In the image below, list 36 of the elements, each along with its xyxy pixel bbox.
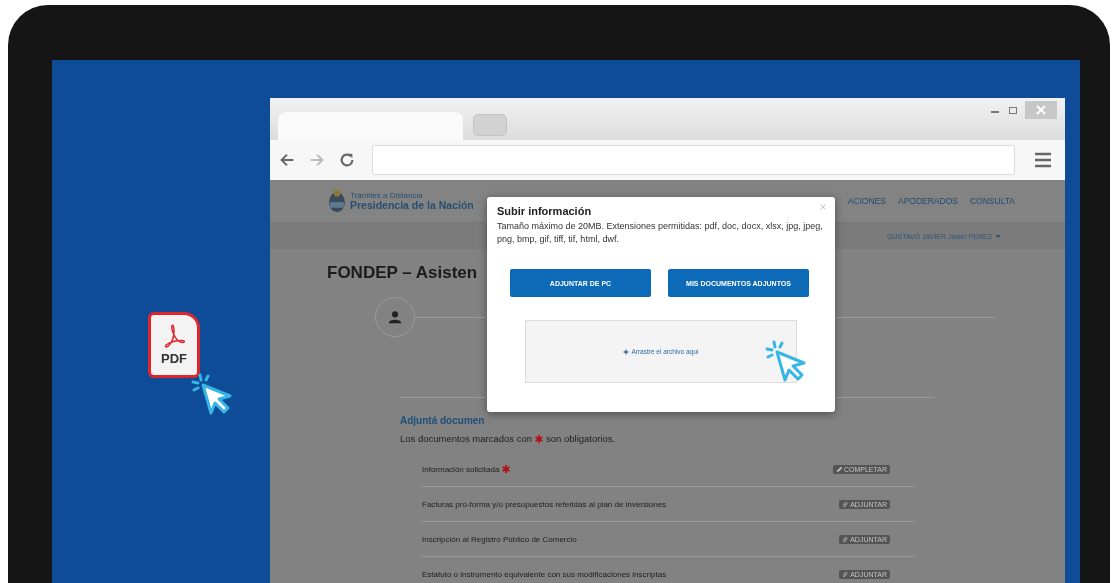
document-name: Información solicitada [422, 464, 500, 474]
pencil-icon [835, 465, 843, 473]
address-bar-field[interactable] [372, 145, 1015, 175]
section-title: Adjuntá documen [400, 415, 485, 426]
back-arrow-icon[interactable] [278, 151, 296, 169]
document-name: Facturas pro-forma y/o presupuestos referidas al plan de inversiones [422, 499, 667, 509]
browser-tab[interactable] [278, 112, 463, 140]
forward-arrow-icon[interactable] [308, 151, 326, 169]
nav-link[interactable]: APODERADOS [897, 196, 958, 206]
caret-icon[interactable] [995, 233, 1001, 239]
nav-link[interactable]: CONSULTA [969, 196, 1015, 206]
note-text: son obligatorios. [546, 433, 616, 444]
note-text: Los documentos marcados con [400, 433, 533, 444]
person-icon [388, 310, 402, 324]
dialog-title: Subir información [497, 205, 593, 217]
paperclip-icon [842, 570, 850, 578]
nav-link[interactable]: ACIONES [847, 196, 886, 206]
close-icon[interactable] [819, 203, 827, 211]
reload-icon[interactable] [338, 151, 356, 169]
brand-subtitle: Trámites a Distancia [350, 191, 424, 200]
shield-icon [328, 188, 346, 214]
browser-tab[interactable] [473, 114, 507, 136]
paperclip-icon [842, 500, 850, 508]
click-cursor-icon [764, 339, 808, 384]
close-icon[interactable] [1025, 101, 1057, 119]
paperclip-icon [842, 535, 850, 543]
plus-icon [623, 348, 630, 355]
brand-title: Presidencia de la Nación [350, 199, 474, 211]
page-title: FONDEP – Asisten [327, 263, 479, 283]
required-asterisk-icon [535, 434, 544, 443]
dialog-description: Tamaño máximo de 20MB. Extensiones permitidas: pdf, doc, docx, xlsx, jpg, jpeg, png, bmp, gif, tiff, tif, html, dwf. [497, 220, 824, 246]
restore-icon[interactable] [1007, 104, 1019, 116]
document-name: Estatuto o instrumento equivalente con sus modificaciones inscriptas [422, 569, 667, 579]
document-name: Inscripción al Registro Público de Comercio [422, 534, 577, 544]
menu-icon[interactable] [1033, 150, 1053, 170]
file-type-label: PDF [161, 351, 187, 366]
